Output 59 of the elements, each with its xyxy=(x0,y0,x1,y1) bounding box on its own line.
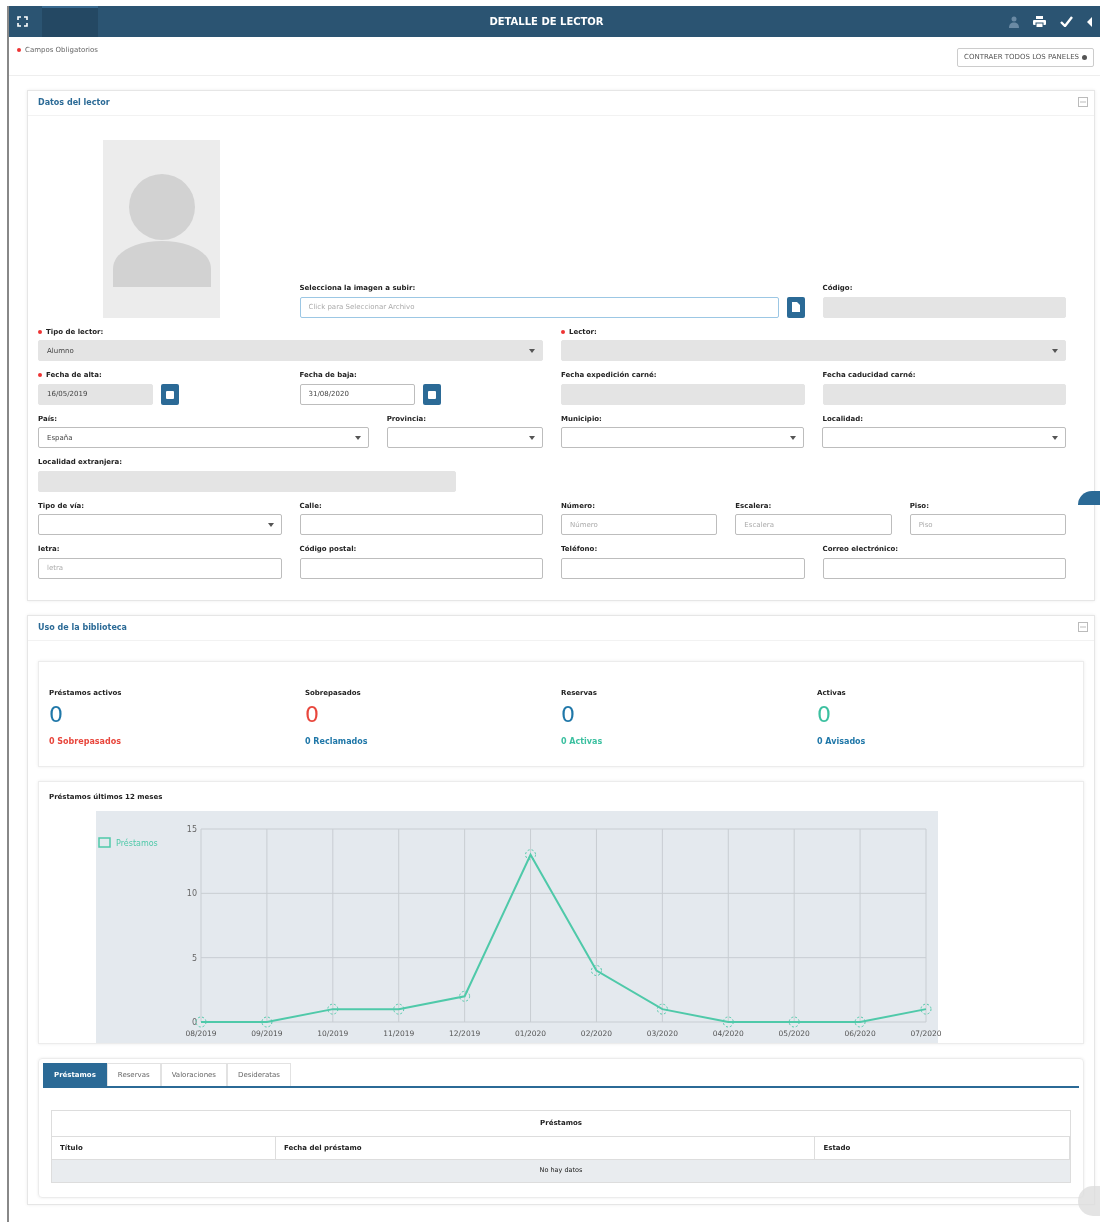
caret-icon[interactable] xyxy=(1052,436,1058,440)
data-point xyxy=(656,1003,668,1015)
data-point xyxy=(261,1016,273,1028)
input-field[interactable] xyxy=(299,557,543,579)
input-field[interactable] xyxy=(299,514,543,535)
select-field[interactable] xyxy=(822,427,1066,448)
header-tab[interactable] xyxy=(42,6,98,37)
select-field[interactable] xyxy=(38,514,282,535)
fullscreen-icon[interactable] xyxy=(17,16,28,27)
select-field[interactable] xyxy=(561,427,805,448)
data-point xyxy=(327,1003,339,1015)
collapse-icon[interactable] xyxy=(1078,621,1088,632)
data-point xyxy=(525,849,537,861)
legend-swatch xyxy=(98,837,111,848)
stat-note[interactable]: 0 Avisados xyxy=(817,736,866,749)
y-tick-label: 0 xyxy=(191,1017,197,1027)
scroll-top-icon[interactable] xyxy=(1078,1186,1100,1216)
user-icon[interactable] xyxy=(1009,15,1019,28)
data-point xyxy=(920,1003,932,1015)
collapse-icon[interactable] xyxy=(1078,96,1088,107)
caret-icon[interactable] xyxy=(1052,349,1058,353)
calendar-button[interactable] xyxy=(422,383,441,405)
legend-label: Préstamos xyxy=(116,838,158,848)
y-tick-label: 15 xyxy=(186,824,197,834)
calendar-button[interactable] xyxy=(161,383,179,405)
y-tick-label: 10 xyxy=(186,889,197,899)
panel-title: Uso de la biblioteca xyxy=(38,621,127,634)
caret-icon[interactable] xyxy=(790,436,797,440)
data-point xyxy=(590,964,602,976)
data-point xyxy=(393,1003,405,1015)
arrow-icon[interactable] xyxy=(1087,16,1092,27)
print-icon[interactable] xyxy=(1033,15,1046,28)
input-field[interactable] xyxy=(822,557,1066,579)
calendar-icon xyxy=(166,389,174,399)
input-field[interactable] xyxy=(561,557,805,579)
file-icon xyxy=(791,302,800,312)
stat-note[interactable]: 0 Sobrepasados xyxy=(49,736,121,749)
window-title: DETALLE DE LECTOR xyxy=(488,15,605,29)
check-icon[interactable] xyxy=(1060,16,1073,27)
stat-note[interactable]: 0 Reclamados xyxy=(305,736,368,749)
panel-title: Datos del lector xyxy=(38,96,110,109)
data-point xyxy=(854,1016,866,1028)
select-field[interactable] xyxy=(386,427,543,448)
data-point xyxy=(459,990,471,1002)
caret-icon[interactable] xyxy=(529,349,535,353)
caret-icon[interactable] xyxy=(267,523,274,527)
required-dot-icon xyxy=(17,48,21,53)
stat-value: 0 xyxy=(305,702,320,729)
data-point xyxy=(788,1016,800,1028)
caret-icon[interactable] xyxy=(529,436,535,440)
data-point xyxy=(722,1016,734,1028)
caret-icon[interactable] xyxy=(354,436,361,440)
stat-value: 0 xyxy=(817,702,832,729)
calendar-icon xyxy=(427,389,436,399)
stat-value: 0 xyxy=(561,702,576,729)
data-point xyxy=(195,1016,207,1028)
y-tick-label: 5 xyxy=(191,953,197,963)
stat-value: 0 xyxy=(49,702,64,729)
file-button[interactable] xyxy=(786,296,805,318)
